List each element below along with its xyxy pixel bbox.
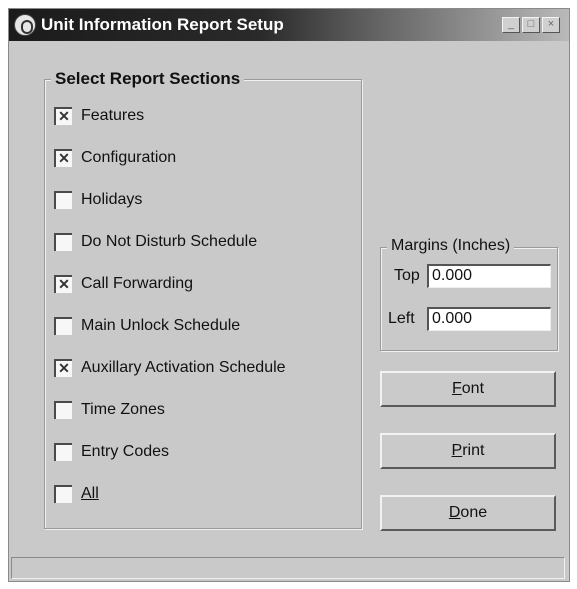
checkbox-label: Do Not Disturb Schedule bbox=[81, 233, 258, 250]
checkbox-box[interactable]: ✕ bbox=[54, 107, 72, 125]
checkbox-box[interactable] bbox=[54, 317, 72, 335]
left-margin-label: Left bbox=[388, 310, 415, 327]
margins-group bbox=[380, 247, 558, 351]
report-sections-title: Select Report Sections bbox=[51, 69, 245, 89]
done-button[interactable]: Done bbox=[380, 495, 556, 531]
report-setup-window: Unit Information Report Setup _ □ × Sele… bbox=[8, 8, 570, 582]
font-button-label: ont bbox=[461, 380, 485, 397]
checkbox-box[interactable] bbox=[54, 443, 72, 461]
checkbox-box[interactable] bbox=[54, 401, 72, 419]
checkbox-box[interactable]: ✕ bbox=[54, 149, 72, 167]
title-bar[interactable]: Unit Information Report Setup _ □ × bbox=[9, 9, 569, 41]
app-icon bbox=[14, 14, 36, 36]
print-button-label: rint bbox=[462, 442, 485, 459]
minimize-icon[interactable]: _ bbox=[502, 17, 520, 33]
checkbox-label: Entry Codes bbox=[81, 443, 170, 460]
status-bar bbox=[11, 557, 565, 579]
font-button[interactable]: Font bbox=[380, 371, 556, 407]
checkbox-box[interactable] bbox=[54, 485, 72, 503]
checkbox-label: Features bbox=[81, 107, 145, 124]
maximize-icon[interactable]: □ bbox=[522, 17, 540, 33]
done-button-label: one bbox=[460, 504, 488, 521]
top-margin-input[interactable]: 0.000 bbox=[427, 264, 551, 288]
checkbox-label: Configuration bbox=[81, 149, 177, 166]
left-margin-input[interactable]: 0.000 bbox=[427, 307, 551, 331]
report-sections-group bbox=[44, 79, 362, 529]
checkbox-box[interactable]: ✕ bbox=[54, 275, 72, 293]
checkbox-box[interactable] bbox=[54, 233, 72, 251]
checkbox-label: Call Forwarding bbox=[81, 275, 194, 292]
checkbox-box[interactable]: ✕ bbox=[54, 359, 72, 377]
checkbox-label: Time Zones bbox=[81, 401, 165, 418]
top-margin-label: Top bbox=[394, 267, 420, 284]
checkbox-label: Main Unlock Schedule bbox=[81, 317, 241, 334]
margins-title: Margins (Inches) bbox=[387, 237, 515, 255]
print-button[interactable]: Print bbox=[380, 433, 556, 469]
checkbox-box[interactable] bbox=[54, 191, 72, 209]
checkbox-label: Holidays bbox=[81, 191, 143, 208]
checkbox-label: All bbox=[81, 485, 99, 502]
close-icon[interactable]: × bbox=[542, 17, 560, 33]
window-title: Unit Information Report Setup bbox=[41, 15, 284, 34]
checkbox-label: Auxillary Activation Schedule bbox=[81, 359, 286, 376]
